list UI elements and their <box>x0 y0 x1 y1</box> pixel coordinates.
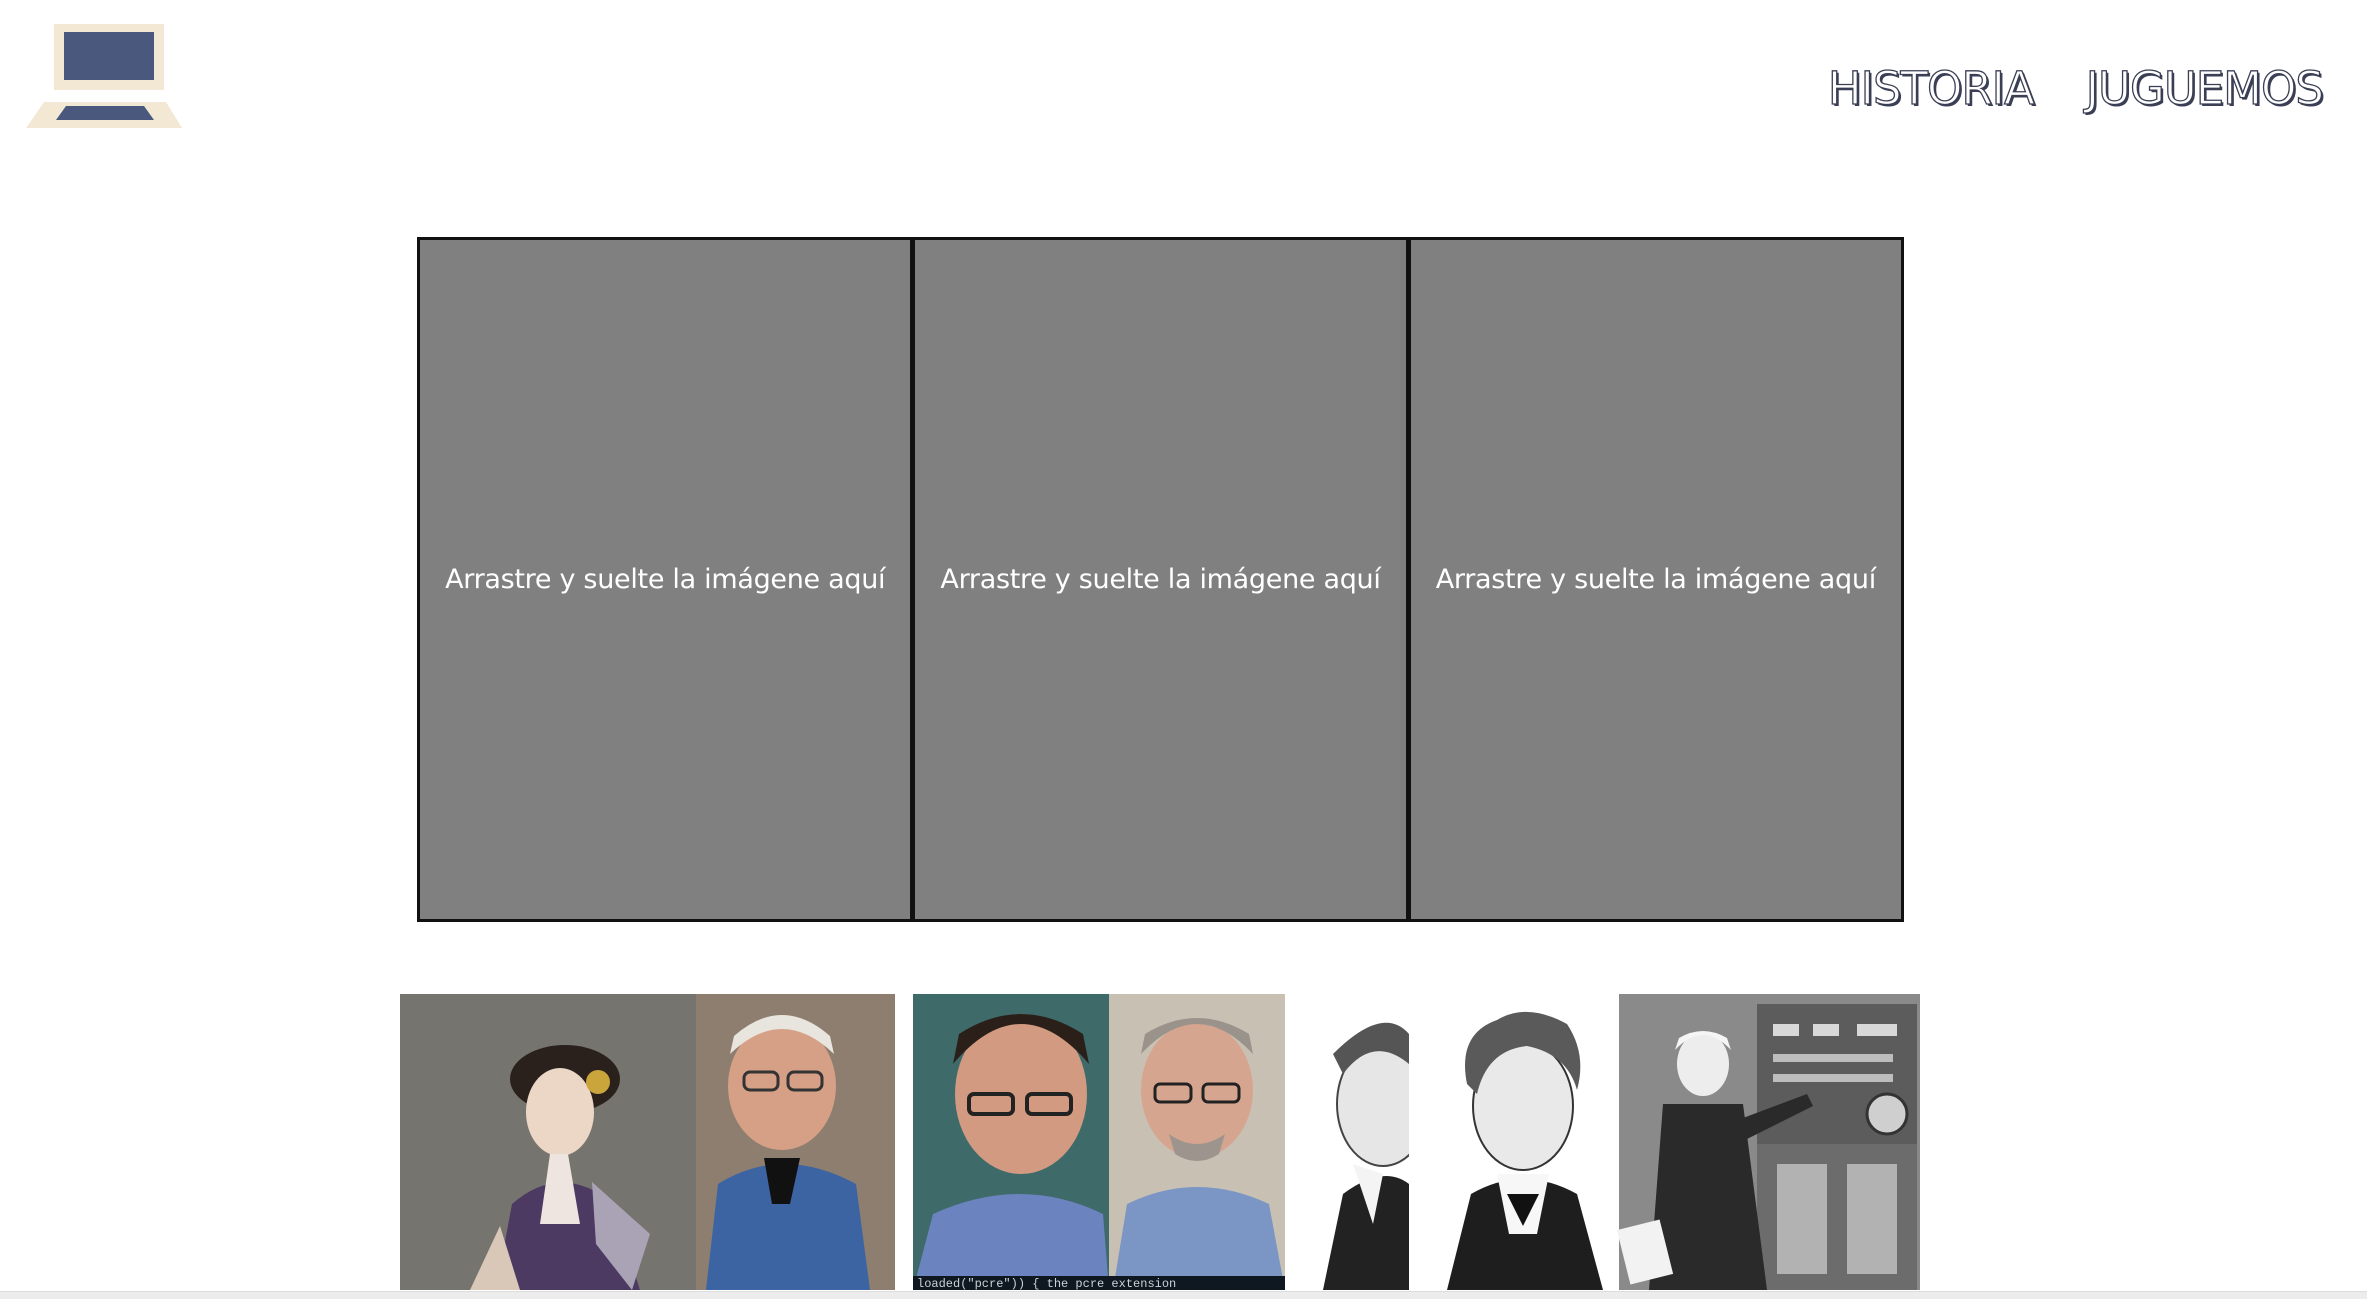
drop-zone-label: Arrastre y suelte la imágene aquí <box>940 564 1381 595</box>
draggable-images: loaded("pcre")) { the pcre extension <box>0 994 2367 1299</box>
drop-zone-label: Arrastre y suelte la imágene aquí <box>1435 564 1876 595</box>
portrait-pair-photo-3-icon <box>1427 994 1920 1290</box>
main-nav: HISTORIA JUGUEMOS <box>1827 61 2325 115</box>
portrait-pair-photo-1-icon <box>400 994 895 1290</box>
draggable-image-card-1[interactable] <box>400 994 895 1290</box>
portrait-pair-photo-2-icon: loaded("pcre")) { the pcre extension <box>913 994 1409 1290</box>
horizontal-scrollbar[interactable] <box>0 1291 2367 1299</box>
draggable-image-card-2[interactable]: loaded("pcre")) { the pcre extension <box>913 994 1409 1290</box>
page: HISTORIA JUGUEMOS Arrastre y suelte la i… <box>0 0 2367 1299</box>
drop-zone-3[interactable]: Arrastre y suelte la imágene aquí <box>1405 240 1901 919</box>
drop-zone-1[interactable]: Arrastre y suelte la imágene aquí <box>420 240 910 919</box>
nav-historia-link[interactable]: HISTORIA <box>1827 61 2035 115</box>
drop-zone-2[interactable]: Arrastre y suelte la imágene aquí <box>910 240 1405 919</box>
drop-zone-label: Arrastre y suelte la imágene aquí <box>445 564 886 595</box>
nav-juguemos-link[interactable]: JUGUEMOS <box>2085 61 2325 115</box>
drop-zones: Arrastre y suelte la imágene aquí Arrast… <box>417 237 1904 922</box>
draggable-image-card-3[interactable] <box>1427 994 1920 1290</box>
code-fragment: loaded("pcre")) { the pcre extension <box>917 1277 1176 1290</box>
laptop-logo-icon[interactable] <box>26 24 182 128</box>
